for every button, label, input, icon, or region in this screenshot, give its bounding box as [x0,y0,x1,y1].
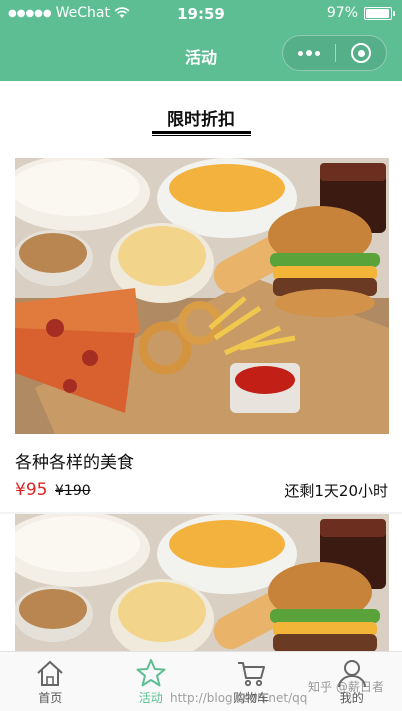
tab-label: 活动 [138,691,163,705]
product-card[interactable] [0,514,402,654]
food-photo-illustration [15,514,389,654]
battery-indicator: 97% [326,5,395,21]
section-title-underline [152,131,251,136]
bottom-tab-bar: 首页 活动 购物车 我的 http://blog.csdn.net/qq 知乎 … [0,651,402,711]
top-bar: ●●●●● WeChat 19:59 97% 活动 [0,0,402,81]
more-button[interactable] [283,36,335,70]
product-image[interactable] [15,158,389,434]
tab-label: 首页 [38,691,63,705]
zhihu-watermark: 知乎 @薪日者 [308,680,384,694]
more-dot-icon [298,50,303,56]
product-info: 各种各样的美食 ¥95 ¥190 还剩1天20小时 [0,434,402,512]
blog-watermark: http://blog.csdn.net/qq [170,691,308,705]
section-title: 限时折扣 [167,110,235,130]
more-dot-icon [306,50,312,56]
battery-icon [364,6,395,20]
battery-level [366,8,390,18]
food-photo-illustration [15,158,389,434]
sale-price: ¥95 [15,480,48,500]
cart-icon [238,662,266,687]
close-button[interactable] [336,36,386,70]
title-bar: 活动 [0,28,402,81]
battery-percent: 97% [326,5,358,21]
product-image[interactable] [15,514,389,654]
product-card[interactable]: 各种各样的美食 ¥95 ¥190 还剩1天20小时 [0,158,402,512]
more-dot-icon [315,50,320,56]
time-remaining: 还剩1天20小时 [284,482,388,500]
close-target-icon [351,43,371,63]
section-header: 限时折扣 [0,81,402,157]
miniprogram-capsule [282,35,387,71]
status-bar: ●●●●● WeChat 19:59 97% [0,0,402,28]
star-icon [136,659,166,687]
tab-home[interactable]: 首页 [0,652,101,711]
home-icon [37,660,63,686]
product-name: 各种各样的美食 [15,453,134,473]
original-price: ¥190 [55,483,91,499]
